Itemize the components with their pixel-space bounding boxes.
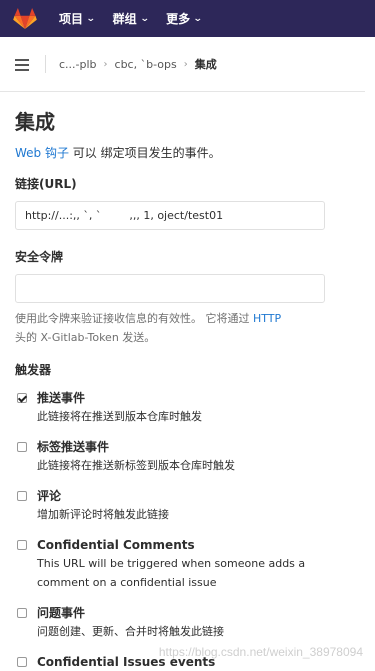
trigger-push-events: 推送事件 此链接将在推送到版本仓库时触发: [15, 389, 360, 426]
trigger-title: Confidential Comments: [37, 538, 195, 552]
page-title: 集成: [15, 110, 55, 134]
trigger-desc: 此链接将在推送到版本仓库时触发: [37, 410, 202, 423]
help-text-http: HTTP: [253, 312, 282, 325]
secret-token-label: 安全令牌: [15, 250, 64, 264]
trigger-title: 评论: [37, 489, 62, 503]
webhooks-link[interactable]: Web 钩子: [15, 146, 69, 160]
url-label: 链接(URL): [15, 177, 77, 191]
nav-more-label: 更多: [166, 12, 191, 26]
breadcrumb-project[interactable]: cbc, `b-ops: [115, 58, 177, 71]
page-intro: Web 钩子 可以 绑定项目发生的事件。: [15, 144, 360, 161]
divider: [45, 55, 46, 73]
chevron-right-icon: ›: [103, 58, 108, 70]
push-events-checkbox[interactable]: [17, 393, 27, 403]
confidential-comments-checkbox[interactable]: [17, 540, 27, 550]
nav-projects-label: 项目: [59, 12, 84, 26]
breadcrumb: c...-plb › cbc, `b-ops › 集成: [0, 37, 365, 92]
trigger-desc: 增加新评论时将触发此链接: [37, 508, 169, 521]
comments-checkbox[interactable]: [17, 491, 27, 501]
secret-token-input[interactable]: [15, 274, 325, 303]
confidential-issues-events-checkbox[interactable]: [17, 657, 27, 667]
trigger-issues-events: 问题事件 问题创建、更新、合并时将触发此链接: [15, 604, 360, 641]
tag-push-events-checkbox[interactable]: [17, 442, 27, 452]
breadcrumb-current: 集成: [194, 58, 217, 71]
url-input[interactable]: [15, 201, 325, 230]
chevron-right-icon: ›: [183, 58, 188, 70]
gitlab-logo-icon[interactable]: [13, 7, 37, 30]
trigger-title: 标签推送事件: [37, 440, 110, 454]
main-content: 集成 Web 钩子 可以 绑定项目发生的事件。 链接(URL) 安全令牌 使用此…: [0, 106, 375, 671]
nav-projects[interactable]: 项目 ⌄: [59, 10, 96, 27]
chevron-down-icon: ⌄: [193, 13, 203, 24]
help-text-b: 头的 X-Gitlab-Token 发送。: [15, 331, 156, 344]
watermark: https://blog.csdn.net/weixin_38978094: [158, 645, 363, 659]
intro-text: 可以 绑定项目发生的事件。: [68, 146, 221, 160]
nav-groups[interactable]: 群组 ⌄: [112, 10, 150, 27]
trigger-desc: 问题创建、更新、合并时将触发此链接: [37, 625, 224, 638]
trigger-desc: This URL will be triggered when someone …: [37, 557, 306, 589]
top-navbar: 项目 ⌄ 群组 ⌄ 更多 ⌄: [0, 0, 375, 37]
triggers-label: 触发器: [15, 363, 52, 377]
token-help-text: 使用此令牌来验证接收信息的有效性。 它将通过 HTTP 头的 X-Gitlab-T…: [15, 309, 360, 347]
nav-more[interactable]: 更多 ⌄: [166, 10, 203, 27]
hamburger-menu-icon[interactable]: [15, 58, 29, 71]
nav-groups-label: 群组: [112, 12, 137, 26]
issues-events-checkbox[interactable]: [17, 608, 27, 618]
chevron-down-icon: ⌄: [85, 13, 96, 24]
trigger-comments: 评论 增加新评论时将触发此链接: [15, 487, 360, 524]
trigger-confidential-comments: Confidential Comments This URL will be t…: [15, 536, 360, 592]
breadcrumb-group[interactable]: c...-plb: [59, 58, 97, 71]
trigger-tag-push-events: 标签推送事件 此链接将在推送新标签到版本仓库时触发: [15, 438, 360, 475]
trigger-desc: 此链接将在推送新标签到版本仓库时触发: [37, 459, 235, 472]
help-text-a: 使用此令牌来验证接收信息的有效性。 它将通过: [15, 312, 253, 325]
trigger-title: 推送事件: [37, 391, 86, 405]
chevron-down-icon: ⌄: [139, 13, 150, 24]
trigger-title: 问题事件: [37, 606, 86, 620]
